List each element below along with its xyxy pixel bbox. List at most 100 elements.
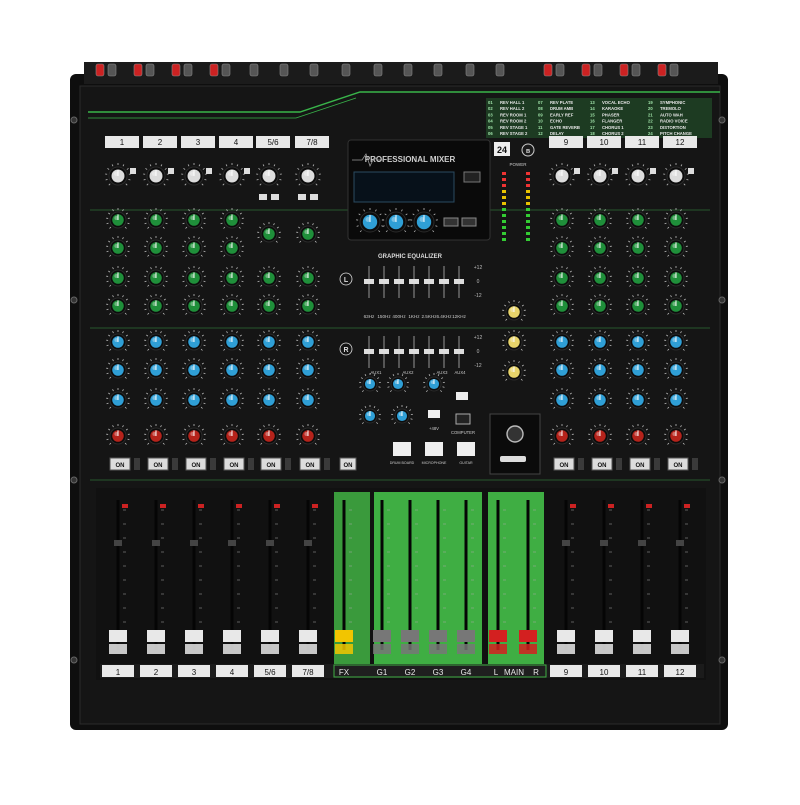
solo-button	[304, 540, 312, 546]
on-button-label: ON	[267, 463, 276, 469]
usb-bt-switch	[271, 194, 279, 200]
mute-led	[210, 458, 216, 470]
effect-preset-label: 13	[590, 100, 595, 105]
fader-cap-lower	[335, 644, 353, 654]
dsp-badge-number: 24	[497, 145, 507, 155]
eq-scale-label: -12	[474, 293, 481, 299]
microphone-icon	[425, 442, 443, 456]
screw-icon	[71, 117, 77, 123]
effect-preset-label: DELAY	[550, 131, 564, 136]
channel-number: 2	[158, 138, 163, 147]
effect-preset-label: EARLY REF	[550, 112, 574, 117]
effect-preset-label: 22	[648, 119, 653, 124]
usb-port-icon	[464, 172, 480, 182]
channel-number: 1	[120, 138, 125, 147]
meter-led	[502, 172, 506, 175]
mute-led	[578, 458, 584, 470]
effect-preset-label: RADIO VOICE	[660, 119, 688, 124]
effect-preset-label: 20	[648, 106, 653, 111]
fader-slot	[603, 500, 606, 650]
mixer-product-photo: 01REV HALL 107REV PLATE13VOCAL ECHO19SYM…	[0, 0, 800, 800]
fader-label: 11	[638, 668, 647, 677]
fader-slot	[231, 500, 234, 650]
fader-cap-lower	[223, 644, 241, 654]
mute-led	[654, 458, 660, 470]
channel-number: 4	[234, 138, 239, 147]
screw-icon	[719, 657, 725, 663]
headphone-section	[490, 414, 540, 474]
eq-slider-cap	[424, 349, 434, 354]
effect-preset-label: ECHO	[550, 119, 563, 124]
effect-preset-label: GATE REVERB	[550, 125, 580, 130]
eq-title: GRAPHIC EQUALIZER	[378, 254, 443, 260]
meter-led	[526, 190, 530, 193]
meter-led	[502, 226, 506, 229]
meter-led	[526, 184, 530, 187]
fader-slot	[343, 500, 346, 650]
on-button-label: ON	[560, 463, 569, 469]
rca-jack-icon	[556, 64, 564, 76]
effect-preset-label: REV STAGE 1	[500, 125, 528, 130]
effect-preset-label: 14	[590, 106, 595, 111]
fader-cap	[373, 630, 391, 642]
meter-led	[526, 238, 530, 241]
fader-cap-lower	[109, 644, 127, 654]
mute-led	[134, 458, 140, 470]
meter-led	[502, 232, 506, 235]
peak-led	[570, 504, 576, 508]
fader-slot	[307, 500, 310, 650]
fader-cap-lower	[185, 644, 203, 654]
rca-jack-icon	[172, 64, 180, 76]
peak-led	[646, 504, 652, 508]
meter-led	[502, 208, 506, 211]
peak-led	[198, 504, 204, 508]
mute-led	[285, 458, 291, 470]
effect-preset-label: PHASER	[602, 112, 619, 117]
solo-button	[152, 540, 160, 546]
display-title: PROFESSIONAL MIXER	[365, 155, 456, 164]
meter-led	[526, 226, 530, 229]
fader-cap	[595, 630, 613, 642]
effect-preset-label: VOCAL ECHO	[602, 100, 631, 105]
phantom-power-switch	[428, 410, 440, 418]
meter-led	[526, 214, 530, 217]
fader-slot	[565, 500, 568, 650]
effect-preset-label: 17	[590, 125, 595, 130]
effect-preset-label: SYMPHONIC	[660, 100, 685, 105]
fader-label: FX	[339, 668, 350, 677]
fader-slot	[437, 500, 440, 650]
fader-label: G1	[377, 668, 388, 677]
solo-button	[638, 540, 646, 546]
eq-frequency-label: 400Hz	[392, 314, 406, 319]
fader-label: 9	[564, 668, 569, 677]
effect-preset-label: 09	[538, 112, 543, 117]
channel-number: 5/6	[267, 138, 279, 147]
rca-jack-icon	[594, 64, 602, 76]
fader-cap-lower	[261, 644, 279, 654]
phantom-power-label: +48V	[429, 426, 439, 431]
aux-master-label: AUX4	[455, 370, 467, 375]
effect-preset-label: CHORUS 2	[602, 131, 624, 136]
meter-led	[526, 196, 530, 199]
fader-label: G4	[461, 668, 472, 677]
aux-select-icon	[456, 392, 468, 400]
fader-label: 12	[676, 668, 685, 677]
meter-led	[502, 238, 506, 241]
eq-frequency-label: 12KHz	[452, 314, 466, 319]
fader-cap	[261, 630, 279, 642]
fader-cap-lower	[519, 644, 537, 654]
effect-preset-label: 10	[538, 119, 543, 124]
guitar-icon	[457, 442, 475, 456]
eq-slider-cap	[439, 279, 449, 284]
usb-bt-switch	[298, 194, 306, 200]
effect-preset-label: REV ROOM 2	[500, 119, 527, 124]
rca-jack-icon	[222, 64, 230, 76]
effect-preset-label: REV HALL 1	[500, 100, 525, 105]
rca-jack-icon	[544, 64, 552, 76]
lcd-screen	[354, 172, 454, 202]
peak-led	[160, 504, 166, 508]
effect-preset-label: CHORUS 1	[602, 125, 624, 130]
eq-frequency-label: 150Hz	[377, 314, 391, 319]
solo-button	[114, 540, 122, 546]
eq-frequency-label: 6.4KHz	[436, 314, 452, 319]
